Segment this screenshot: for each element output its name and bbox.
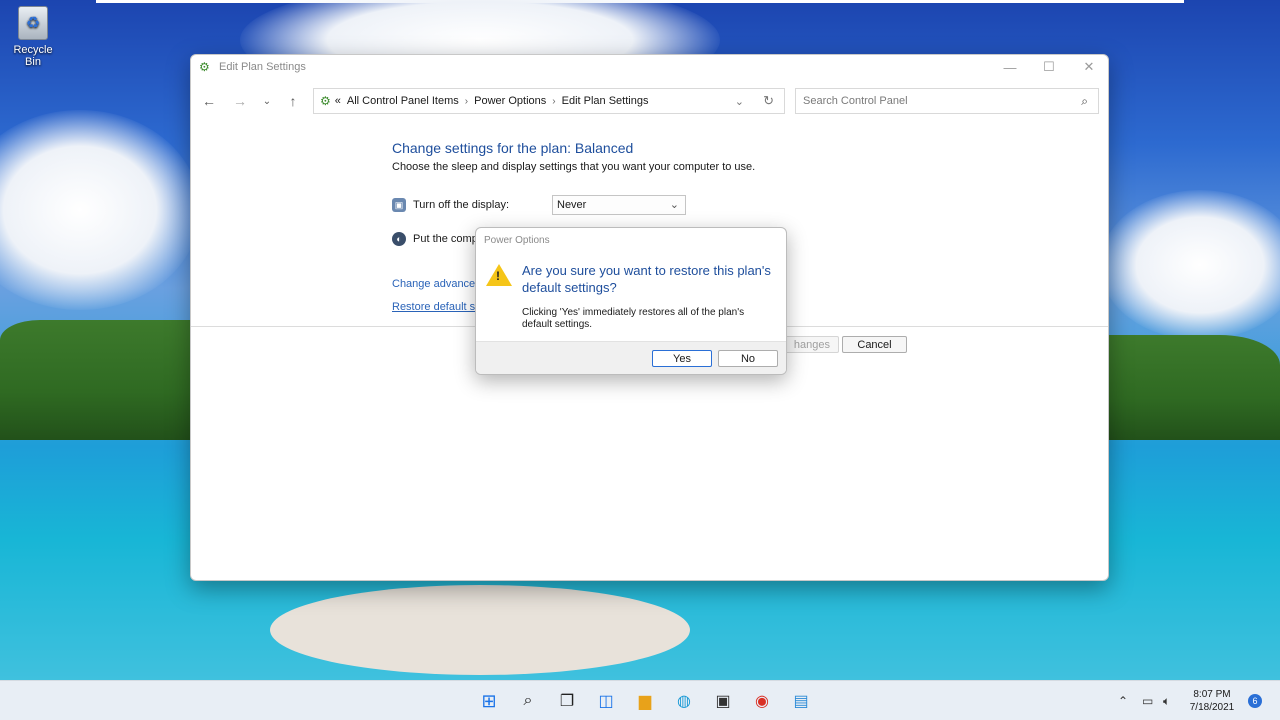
address-bar[interactable]: ⚙ « All Control Panel Items › Power Opti…	[313, 88, 785, 114]
network-icon[interactable]: ▭	[1142, 681, 1153, 720]
cancel-button[interactable]: Cancel	[842, 336, 907, 353]
volume-icon[interactable]: 🔈︎	[1163, 681, 1170, 720]
dialog-content: Clicking 'Yes' immediately restores all …	[522, 307, 745, 330]
dialog-main-instruction: Are you sure you want to restore this pl…	[522, 263, 771, 295]
moon-icon: ◐	[392, 232, 406, 246]
search-input[interactable]: Search Control Panel ⌕	[795, 88, 1099, 114]
page-title: Change settings for the plan: Balanced	[392, 140, 634, 156]
notification-badge[interactable]: 6	[1248, 694, 1262, 708]
warning-icon: !	[486, 264, 512, 286]
hill-left	[0, 320, 190, 440]
breadcrumb-power-options[interactable]: Power Options	[474, 95, 546, 107]
clock[interactable]: 8:07 PM 7/18/2021	[1184, 688, 1240, 714]
sky-cloud-right	[1100, 190, 1280, 340]
dialog-button-bar: Yes No	[476, 341, 786, 374]
sleep-setting-label: Put the comp	[413, 233, 478, 245]
chevron-down-icon[interactable]: ⌄	[735, 95, 744, 108]
store-icon[interactable]: ▣	[711, 689, 735, 713]
recycle-bin-icon: ♻	[18, 6, 48, 40]
recent-locations-icon[interactable]: ⌄	[256, 88, 278, 114]
control-panel-icon: ⚙	[320, 94, 331, 108]
forward-icon[interactable]: →	[229, 88, 251, 114]
display-setting-label: Turn off the display:	[413, 199, 509, 211]
hill-right	[1108, 335, 1280, 440]
title-bar: ⚙ Edit Plan Settings	[191, 55, 1108, 79]
start-icon[interactable]: ⊞	[477, 689, 501, 713]
search-icon: ⌕	[1081, 93, 1088, 108]
page-subtitle: Choose the sleep and display settings th…	[392, 161, 756, 173]
navigation-bar: ← → ⌄ ↑ ⚙ « All Control Panel Items › Po…	[191, 88, 1108, 114]
widgets-icon[interactable]: ◫	[594, 689, 618, 713]
dialog-title: Power Options	[484, 235, 550, 246]
chevron-right-icon: ›	[552, 95, 556, 107]
main-content: Change settings for the plan: Balanced C…	[392, 140, 755, 173]
sky-cloud-left	[0, 110, 200, 310]
power-options-dialog: Power Options ! Are you sure you want to…	[475, 227, 787, 375]
task-view-icon[interactable]: ❐	[555, 689, 579, 713]
file-explorer-icon[interactable]: ▆	[633, 689, 657, 713]
show-hidden-icons-icon[interactable]: ⌃	[1118, 681, 1128, 720]
chevron-down-icon: ⌄	[669, 199, 679, 211]
display-timeout-value: Never	[557, 199, 587, 211]
sandbar	[270, 585, 690, 675]
power-options-icon: ⚙	[199, 60, 210, 74]
search-icon[interactable]: ⌕	[516, 689, 540, 713]
display-setting-row: ▣ Turn off the display:	[392, 198, 509, 212]
breadcrumb-edit-plan[interactable]: Edit Plan Settings	[562, 95, 649, 107]
breadcrumb-all-items[interactable]: All Control Panel Items	[347, 95, 459, 107]
breadcrumb-overflow[interactable]: «	[335, 95, 341, 107]
yes-button[interactable]: Yes	[652, 350, 712, 367]
taskbar: ⊞ ⌕ ❐ ◫ ▆ ◍ ▣ ◉ ▤ ⌃ ▭ 🔈︎ 8:07 PM 7/18/20…	[0, 680, 1280, 720]
display-timeout-select[interactable]: Never ⌄	[552, 195, 686, 215]
up-icon[interactable]: ↑	[282, 88, 304, 114]
sleep-setting-row: ◐ Put the comp	[392, 232, 478, 246]
control-panel-icon[interactable]: ▤	[789, 689, 813, 713]
chrome-icon[interactable]: ◉	[750, 689, 774, 713]
window-title: Edit Plan Settings	[219, 61, 306, 73]
edge-icon[interactable]: ◍	[672, 689, 696, 713]
monitor-icon: ▣	[392, 198, 406, 212]
search-placeholder: Search Control Panel	[803, 95, 908, 107]
maximize-button[interactable]: ☐	[1029, 55, 1069, 79]
clock-time: 8:07 PM	[1193, 689, 1231, 700]
minimize-button[interactable]: —	[990, 55, 1030, 79]
restore-defaults-link[interactable]: Restore default se	[392, 301, 481, 313]
close-button[interactable]: ✕	[1069, 55, 1108, 79]
back-icon[interactable]: ←	[198, 88, 220, 114]
no-button[interactable]: No	[718, 350, 778, 367]
recycle-bin-label: Recycle Bin	[13, 44, 53, 68]
chevron-right-icon: ›	[464, 95, 469, 107]
recycle-bin[interactable]: ♻ Recycle Bin	[4, 6, 62, 68]
change-advanced-link[interactable]: Change advanced	[392, 278, 481, 290]
refresh-icon[interactable]: ↻	[763, 93, 774, 109]
clock-date: 7/18/2021	[1189, 702, 1235, 713]
